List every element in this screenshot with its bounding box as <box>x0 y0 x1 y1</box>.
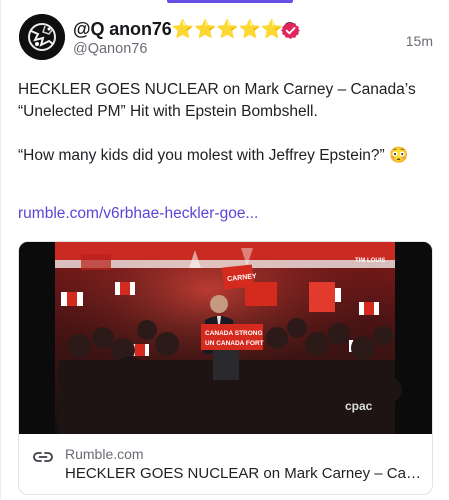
post-body: HECKLER GOES NUCLEAR on Mark Carney – Ca… <box>18 79 438 167</box>
link-preview-domain: Rumble.com <box>65 446 144 462</box>
video-watermark: cpac <box>345 399 373 413</box>
podium-sign-line1: CANADA STRONG <box>205 330 263 337</box>
rally-scene-image: CARNEY CANADA STRONG UN CANADA FORT TIM … <box>19 242 432 434</box>
post-body-paragraph-2: “How many kids did you molest with Jeffr… <box>18 147 409 164</box>
display-name[interactable]: @Q anon76⭐⭐⭐⭐⭐® <box>73 19 297 40</box>
podium-sign-line2: UN CANADA FORT <box>205 340 264 347</box>
link-preview-card[interactable]: CARNEY CANADA STRONG UN CANADA FORT TIM … <box>18 241 433 495</box>
post-body-paragraph-1: HECKLER GOES NUCLEAR on Mark Carney – Ca… <box>18 81 416 120</box>
video-thumbnail[interactable]: CARNEY CANADA STRONG UN CANADA FORT TIM … <box>19 242 432 434</box>
post-timestamp[interactable]: 15m <box>406 33 433 49</box>
user-handle[interactable]: @Qanon76 <box>73 41 147 57</box>
link-preview-title[interactable]: HECKLER GOES NUCLEAR on Mark Carney – Ca… <box>65 465 425 482</box>
verified-badge-icon <box>281 21 300 40</box>
link-chain-icon <box>33 452 53 462</box>
link-preview-footer[interactable]: Rumble.com HECKLER GOES NUCLEAR on Mark … <box>19 434 432 494</box>
sign-tim: TIM LOUIS <box>355 258 385 264</box>
post-link[interactable]: rumble.com/v6rbhae-heckler-goe... <box>18 205 258 223</box>
post-card[interactable]: @Q anon76⭐⭐⭐⭐⭐® @Qanon76 15m HECKLER GOE… <box>0 0 449 500</box>
avatar[interactable] <box>19 14 65 60</box>
avatar-cracked-globe-icon <box>19 14 65 60</box>
